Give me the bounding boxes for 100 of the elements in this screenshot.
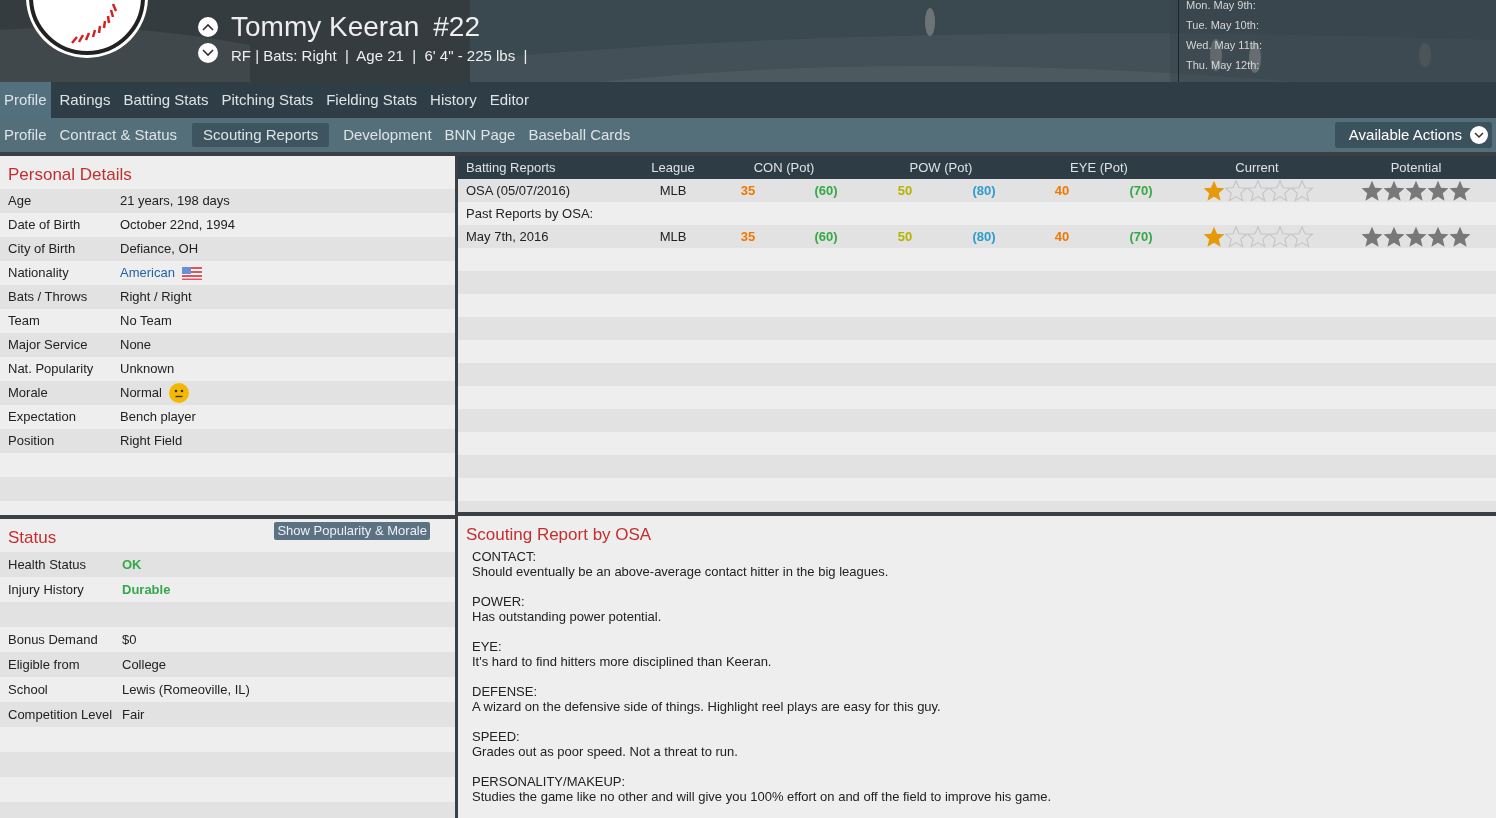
field-label: Bats / Throws [8,288,89,307]
rating-value: 40 [1054,228,1070,244]
report-text: Grades out as poor speed. Not a threat to run. [472,744,739,759]
field-label: Team [8,312,41,331]
field-label: City of Birth [8,240,77,259]
field-label: School [8,680,49,699]
field-label: Date of Birth [8,216,82,235]
field-label: Expectation [8,408,77,427]
rating-value: (70) [1129,228,1153,244]
player-name: Tommy Keeran [231,11,420,42]
star-icon [1383,225,1405,248]
table-cell-text: OSA (05/07/2016) [465,181,572,200]
rating-value: (60) [814,182,838,198]
star-icon [1203,225,1225,248]
star-icon [1361,179,1383,202]
nationality-link[interactable]: American [120,263,175,283]
star-icon [1405,179,1427,202]
main-tab[interactable]: Editor [485,82,533,118]
player-summary: RF | Bats: Right | Age 21 | 6' 4" - 225 lbs | [231,46,528,66]
star-icon [1269,179,1291,202]
field-value: Right / Right [120,288,192,307]
table-cell-text: MLB [658,181,688,200]
field-label: Bonus Demand [8,630,99,649]
field-label: Major Service [8,336,89,355]
sub-tab[interactable]: Development [339,123,436,147]
main-tab[interactable]: Fielding Stats [322,82,422,118]
star-icon [1427,225,1449,248]
field-value: Durable [122,580,171,599]
rating-value: 50 [897,182,913,198]
field-value: College [122,655,167,674]
schedule-date: Mon. May 9th: [1186,0,1257,13]
field-label: Nationality [8,264,70,283]
report-heading: CONTACT: [472,549,538,564]
rating-value: (60) [814,228,838,244]
field-label: Age [8,192,33,211]
main-tab[interactable]: History [426,82,481,118]
field-label: Position [8,432,56,451]
rating-value: (80) [972,228,996,244]
star-icon [1405,225,1427,248]
column-header: CON (Pot) [752,158,816,177]
field-label: Eligible from [8,655,81,674]
rating-value: 35 [740,182,756,198]
star-icon [1269,225,1291,248]
field-label: Nat. Popularity [8,360,95,379]
schedule-date: Wed. May 11th: [1186,38,1264,53]
sub-tab[interactable]: Profile [0,123,51,147]
field-value: OK [122,555,142,574]
chevron-up-icon [202,23,214,31]
star-icon [1449,225,1471,248]
sub-tab[interactable]: BNN Page [440,123,520,147]
main-tab[interactable]: Profile [0,82,51,118]
field-value: Normal [120,384,162,403]
section-title: Personal Details [7,164,133,186]
star-icon [1203,179,1225,202]
table-cell-text: MLB [658,227,688,246]
report-heading: EYE: [472,639,503,654]
field-label: Morale [8,384,49,403]
actions-button[interactable]: Available Actions [1334,122,1492,148]
sub-tab[interactable]: Baseball Cards [524,123,635,147]
schedule-date: Tue. May 10th: [1186,18,1260,33]
rating-value: (80) [972,182,996,198]
report-text: A wizard on the defensive side of things. Highlight reel plays are easy for this guy. [472,699,942,714]
neutral-face-icon [168,383,189,403]
field-value: Fair [122,705,145,724]
field-value: October 22nd, 1994 [120,216,235,235]
star-icon [1225,225,1247,248]
popularity-button[interactable]: Show Popularity & Morale [274,522,430,540]
field-value: Unknown [120,360,175,379]
rating-value: 40 [1054,182,1070,198]
field-value: 21 years, 198 days [120,192,230,211]
field-value: Bench player [120,408,196,427]
report-heading: SPEED: [472,729,521,744]
star-icon [1291,179,1313,202]
star-icon [1427,179,1449,202]
field-label: Injury History [8,580,85,599]
schedule-date: Thu. May 12th: [1186,58,1261,73]
section-row-label: Past Reports by OSA: [465,204,595,223]
report-text: Studies the game like no other and will give you 100% effort on and off the field to improve his game. [472,789,1053,804]
player-number: #22 [433,11,480,42]
main-tab[interactable]: Batting Stats [119,82,213,118]
field-value: None [120,336,152,355]
field-value: $0 [122,630,137,649]
main-tab[interactable]: Ratings [55,82,115,118]
chevron-down-icon [202,49,214,57]
table-cell-text: May 7th, 2016 [465,227,550,246]
sub-tab[interactable]: Scouting Reports [192,123,330,147]
star-icon [1361,225,1383,248]
field-value: Defiance, OH [120,240,199,259]
field-value: Right Field [120,432,183,451]
column-header: Potential [1389,158,1443,177]
field-label: Competition Level [8,705,114,724]
section-title: Scouting Report by OSA [465,524,653,546]
star-icon [1247,179,1269,202]
column-header: EYE (Pot) [1069,158,1129,177]
column-header: League [650,158,696,177]
field-label: Health Status [8,555,88,574]
sub-tab[interactable]: Contract & Status [55,123,182,147]
main-tab[interactable]: Pitching Stats [217,82,318,118]
star-icon [1291,225,1313,248]
star-icon [1449,179,1471,202]
